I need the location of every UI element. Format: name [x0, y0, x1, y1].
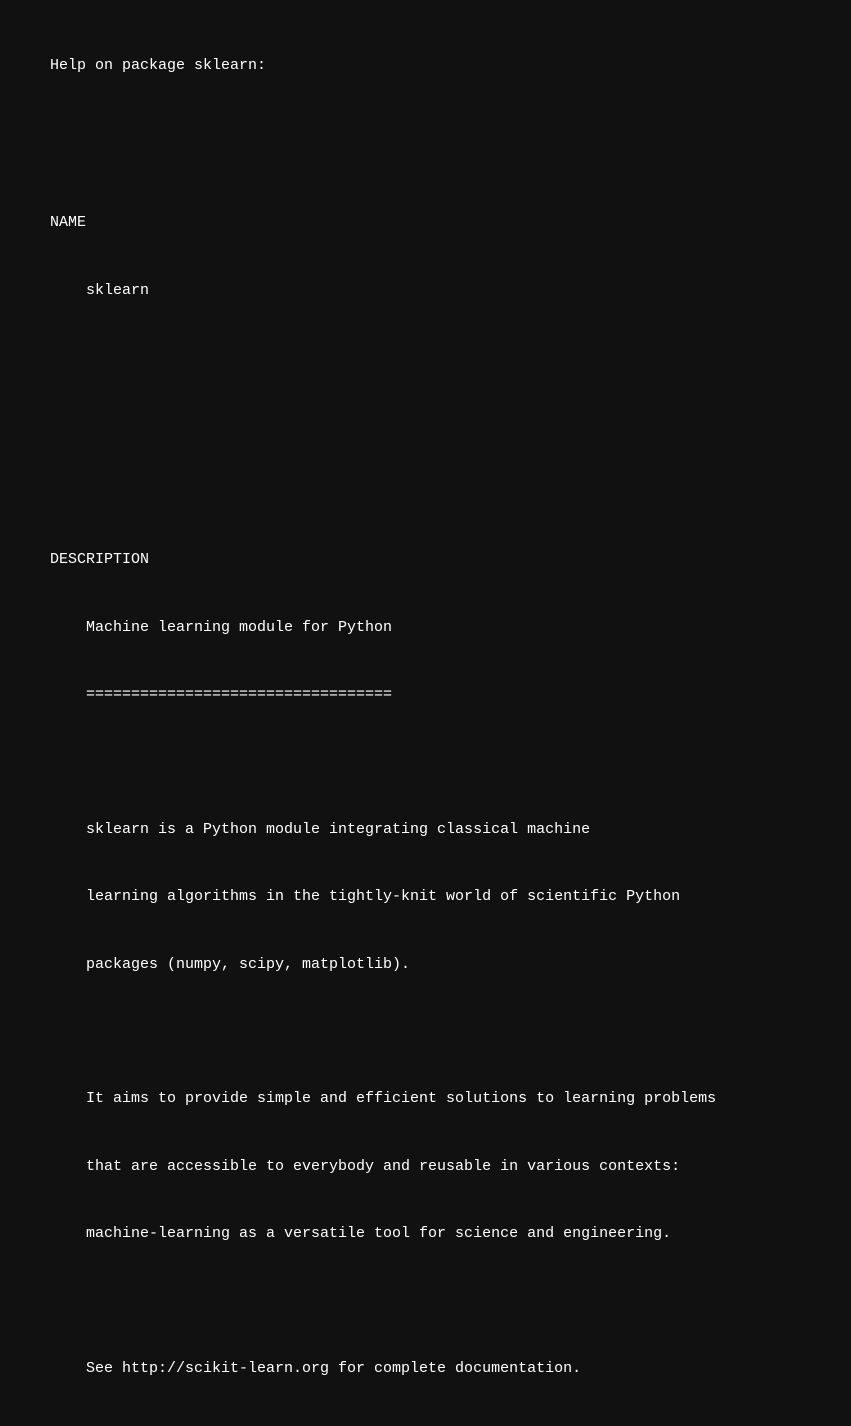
description-line: See http://scikit-learn.org for complete…: [50, 1358, 851, 1381]
description-line: sklearn is a Python module integrating c…: [50, 819, 851, 842]
description-line: machine-learning as a versatile tool for…: [50, 1223, 851, 1246]
description-line: learning algorithms in the tightly-knit …: [50, 886, 851, 909]
description-line: ==================================: [50, 684, 851, 707]
help-output: Help on package sklearn: NAME sklearn DE…: [50, 10, 851, 1426]
name-label: NAME: [50, 212, 851, 235]
name-section: NAME sklearn: [50, 167, 851, 347]
description-line: that are accessible to everybody and reu…: [50, 1156, 851, 1179]
description-label: DESCRIPTION: [50, 549, 851, 572]
description-section: DESCRIPTION Machine learning module for …: [50, 504, 851, 1425]
name-value: sklearn: [50, 280, 851, 303]
description-line: Machine learning module for Python: [50, 617, 851, 640]
description-line: packages (numpy, scipy, matplotlib).: [50, 954, 851, 977]
help-header: Help on package sklearn:: [50, 55, 851, 78]
description-line: It aims to provide simple and efficient …: [50, 1088, 851, 1111]
